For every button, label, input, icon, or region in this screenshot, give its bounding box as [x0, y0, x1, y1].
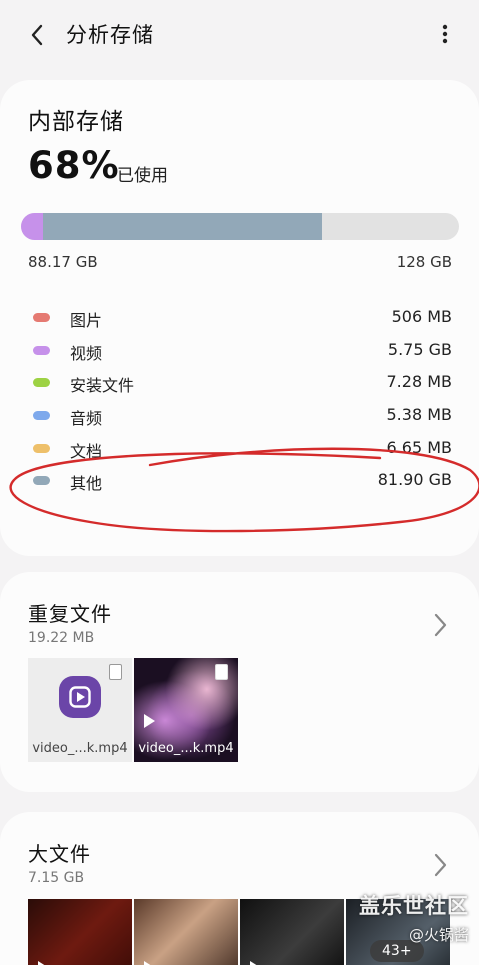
more-options-button[interactable] [435, 22, 455, 46]
file-name: video_...k.mp4 [32, 741, 128, 756]
chevron-right-icon [434, 613, 447, 637]
duplicate-file-thumbnail[interactable]: video_...k.mp4 [28, 658, 132, 762]
usage-bar-other-segment [43, 213, 322, 240]
category-size: 5.75 GB [387, 339, 452, 359]
file-name: video_...k.mp4 [138, 741, 234, 756]
category-color-dot [33, 313, 50, 322]
total-storage-value: 128 GB [396, 253, 452, 271]
large-files-title: 大文件 [28, 842, 91, 866]
watermark-user: @火锅酱 [408, 926, 469, 944]
select-checkbox[interactable] [109, 664, 122, 680]
category-name: 图片 [70, 311, 103, 330]
duplicate-files-size: 19.22 MB [28, 630, 95, 646]
category-row-videos: 视频 5.75 GB [0, 339, 479, 372]
page-title: 分析存储 [66, 23, 154, 47]
category-name: 视频 [70, 343, 103, 363]
more-vertical-icon [442, 24, 448, 44]
storage-usage-bar [21, 213, 459, 240]
storage-category-list: 图片 506 MB 视频 5.75 GB 安装文件 7.28 MB 音频 5.3… [0, 306, 479, 502]
category-color-dot [33, 443, 50, 453]
used-storage-value: 88.17 GB [28, 253, 98, 271]
play-icon [144, 714, 155, 728]
large-files-open-button[interactable] [431, 852, 449, 878]
chevron-right-icon [434, 853, 447, 877]
category-size: 81.90 GB [377, 470, 452, 490]
select-checkbox[interactable] [215, 664, 228, 680]
category-color-dot [33, 411, 50, 421]
category-size: 7.28 MB [386, 372, 453, 392]
category-name: 安装文件 [70, 376, 135, 396]
large-files-size: 7.15 GB [28, 870, 85, 886]
usage-bar-video-segment [21, 213, 43, 240]
category-row-audio: 音频 5.38 MB [0, 404, 479, 437]
large-file-thumbnail[interactable] [134, 899, 238, 965]
category-size: 506 MB [391, 307, 452, 326]
duplicate-files-open-button[interactable] [431, 612, 449, 638]
duplicate-files-title: 重复文件 [28, 602, 112, 626]
watermark-site: 盖乐世社区 [359, 894, 469, 918]
category-name: 音频 [70, 409, 103, 429]
video-app-icon [59, 676, 101, 718]
community-watermark: 盖乐世社区 @火锅酱 [359, 890, 469, 945]
play-icon [144, 961, 155, 965]
category-row-images: 图片 506 MB [0, 306, 479, 339]
category-size: 6.65 MB [386, 437, 453, 457]
category-row-installation-files: 安装文件 7.28 MB [0, 371, 479, 404]
category-name: 其他 [70, 474, 103, 494]
category-color-dot [33, 378, 50, 388]
duplicate-file-thumbnail[interactable]: video_...k.mp4 [134, 658, 238, 762]
category-row-other: 其他 81.90 GB [0, 469, 479, 502]
duplicate-files-thumbnails: video_...k.mp4 video_...k.mp4 [28, 658, 238, 762]
large-file-thumbnail[interactable] [28, 899, 132, 965]
category-color-dot [33, 476, 50, 486]
category-color-dot [33, 345, 50, 355]
back-button[interactable] [24, 22, 50, 48]
used-percent: 68% [28, 144, 120, 187]
app-header: 分析存储 [0, 0, 479, 68]
category-name: 文档 [70, 441, 103, 461]
duplicate-files-card[interactable]: 重复文件 19.22 MB video_...k.mp4 video_...k.… [0, 572, 479, 792]
internal-storage-card: 内部存储 68% 已使用 88.17 GB 128 GB 图片 506 MB 视… [0, 80, 479, 556]
category-size: 5.38 MB [386, 405, 453, 425]
large-file-thumbnail[interactable] [240, 899, 344, 965]
internal-storage-title: 内部存储 [28, 109, 124, 135]
storage-analysis-screen: 分析存储 内部存储 68% 已使用 88.17 GB 128 GB 图片 506… [0, 0, 479, 965]
category-row-documents: 文档 6.65 MB [0, 437, 479, 470]
play-icon [250, 961, 261, 965]
play-square-icon [69, 686, 91, 708]
back-arrow-icon [31, 24, 43, 46]
used-label: 已使用 [117, 166, 168, 186]
play-icon [38, 961, 49, 965]
